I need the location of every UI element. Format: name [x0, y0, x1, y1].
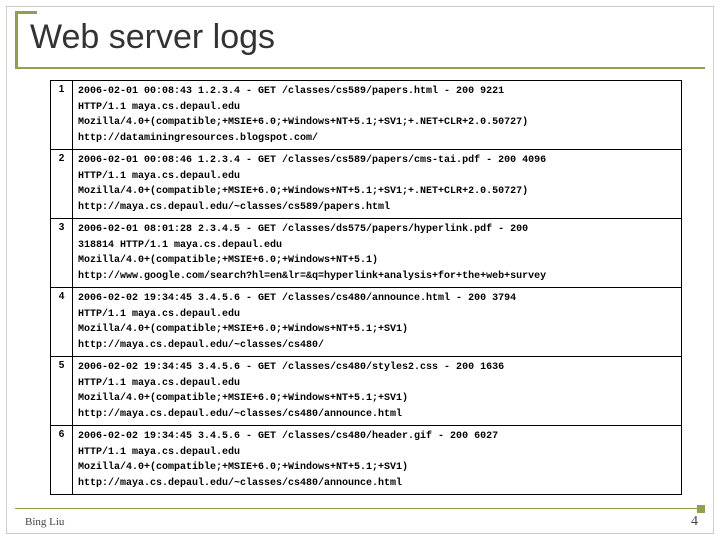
log-entry: 2006-02-01 00:08:46 1.2.3.4 - GET /class… [73, 150, 681, 218]
table-row: 1 2006-02-01 00:08:43 1.2.3.4 - GET /cla… [51, 81, 681, 150]
log-line: http://maya.cs.depaul.edu/~classes/cs480… [78, 407, 676, 423]
log-line: 2006-02-01 00:08:43 1.2.3.4 - GET /class… [78, 84, 676, 100]
page-number: 4 [691, 514, 698, 530]
table-row: 2 2006-02-01 00:08:46 1.2.3.4 - GET /cla… [51, 150, 681, 219]
log-line: HTTP/1.1 maya.cs.depaul.edu [78, 445, 676, 461]
row-number: 6 [51, 426, 73, 494]
log-line: HTTP/1.1 maya.cs.depaul.edu [78, 307, 676, 323]
log-line: 2006-02-01 08:01:28 2.3.4.5 - GET /class… [78, 222, 676, 238]
log-line: HTTP/1.1 maya.cs.depaul.edu [78, 100, 676, 116]
log-line: http://maya.cs.depaul.edu/~classes/cs480… [78, 338, 676, 354]
table-row: 3 2006-02-01 08:01:28 2.3.4.5 - GET /cla… [51, 219, 681, 288]
log-line: Mozilla/4.0+(compatible;+MSIE+6.0;+Windo… [78, 184, 676, 200]
accent-vert [15, 11, 18, 67]
row-number: 1 [51, 81, 73, 149]
title-underline [15, 67, 705, 69]
log-line: 2006-02-02 19:34:45 3.4.5.6 - GET /class… [78, 429, 676, 445]
row-number: 5 [51, 357, 73, 425]
log-line: HTTP/1.1 maya.cs.depaul.edu [78, 169, 676, 185]
log-line: Mozilla/4.0+(compatible;+MSIE+6.0;+Windo… [78, 460, 676, 476]
log-line: http://www.google.com/search?hl=en&lr=&q… [78, 269, 676, 285]
table-row: 5 2006-02-02 19:34:45 3.4.5.6 - GET /cla… [51, 357, 681, 426]
footer-square [697, 505, 705, 513]
row-number: 2 [51, 150, 73, 218]
table-row: 6 2006-02-02 19:34:45 3.4.5.6 - GET /cla… [51, 426, 681, 494]
log-line: 2006-02-02 19:34:45 3.4.5.6 - GET /class… [78, 291, 676, 307]
log-line: http://dataminingresources.blogspot.com/ [78, 131, 676, 147]
log-line: 2006-02-01 00:08:46 1.2.3.4 - GET /class… [78, 153, 676, 169]
log-line: http://maya.cs.depaul.edu/~classes/cs589… [78, 200, 676, 216]
log-line: HTTP/1.1 maya.cs.depaul.edu [78, 376, 676, 392]
row-number: 4 [51, 288, 73, 356]
log-entry: 2006-02-02 19:34:45 3.4.5.6 - GET /class… [73, 426, 681, 494]
log-entry: 2006-02-02 19:34:45 3.4.5.6 - GET /class… [73, 288, 681, 356]
author-label: Bing Liu [25, 516, 64, 528]
log-entry: 2006-02-02 19:34:45 3.4.5.6 - GET /class… [73, 357, 681, 425]
log-line: Mozilla/4.0+(compatible;+MSIE+6.0;+Windo… [78, 391, 676, 407]
log-table: 1 2006-02-01 00:08:43 1.2.3.4 - GET /cla… [50, 80, 682, 495]
row-number: 3 [51, 219, 73, 287]
log-line: 2006-02-02 19:34:45 3.4.5.6 - GET /class… [78, 360, 676, 376]
log-line: Mozilla/4.0+(compatible;+MSIE+6.0;+Windo… [78, 322, 676, 338]
page-title: Web server logs [30, 18, 275, 57]
log-line: Mozilla/4.0+(compatible;+MSIE+6.0;+Windo… [78, 253, 676, 269]
log-line: http://maya.cs.depaul.edu/~classes/cs480… [78, 476, 676, 492]
log-entry: 2006-02-01 08:01:28 2.3.4.5 - GET /class… [73, 219, 681, 287]
accent-top [15, 11, 37, 14]
log-line: Mozilla/4.0+(compatible;+MSIE+6.0;+Windo… [78, 115, 676, 131]
log-entry: 2006-02-01 00:08:43 1.2.3.4 - GET /class… [73, 81, 681, 149]
table-row: 4 2006-02-02 19:34:45 3.4.5.6 - GET /cla… [51, 288, 681, 357]
log-line: 318814 HTTP/1.1 maya.cs.depaul.edu [78, 238, 676, 254]
footer-line [15, 508, 705, 510]
